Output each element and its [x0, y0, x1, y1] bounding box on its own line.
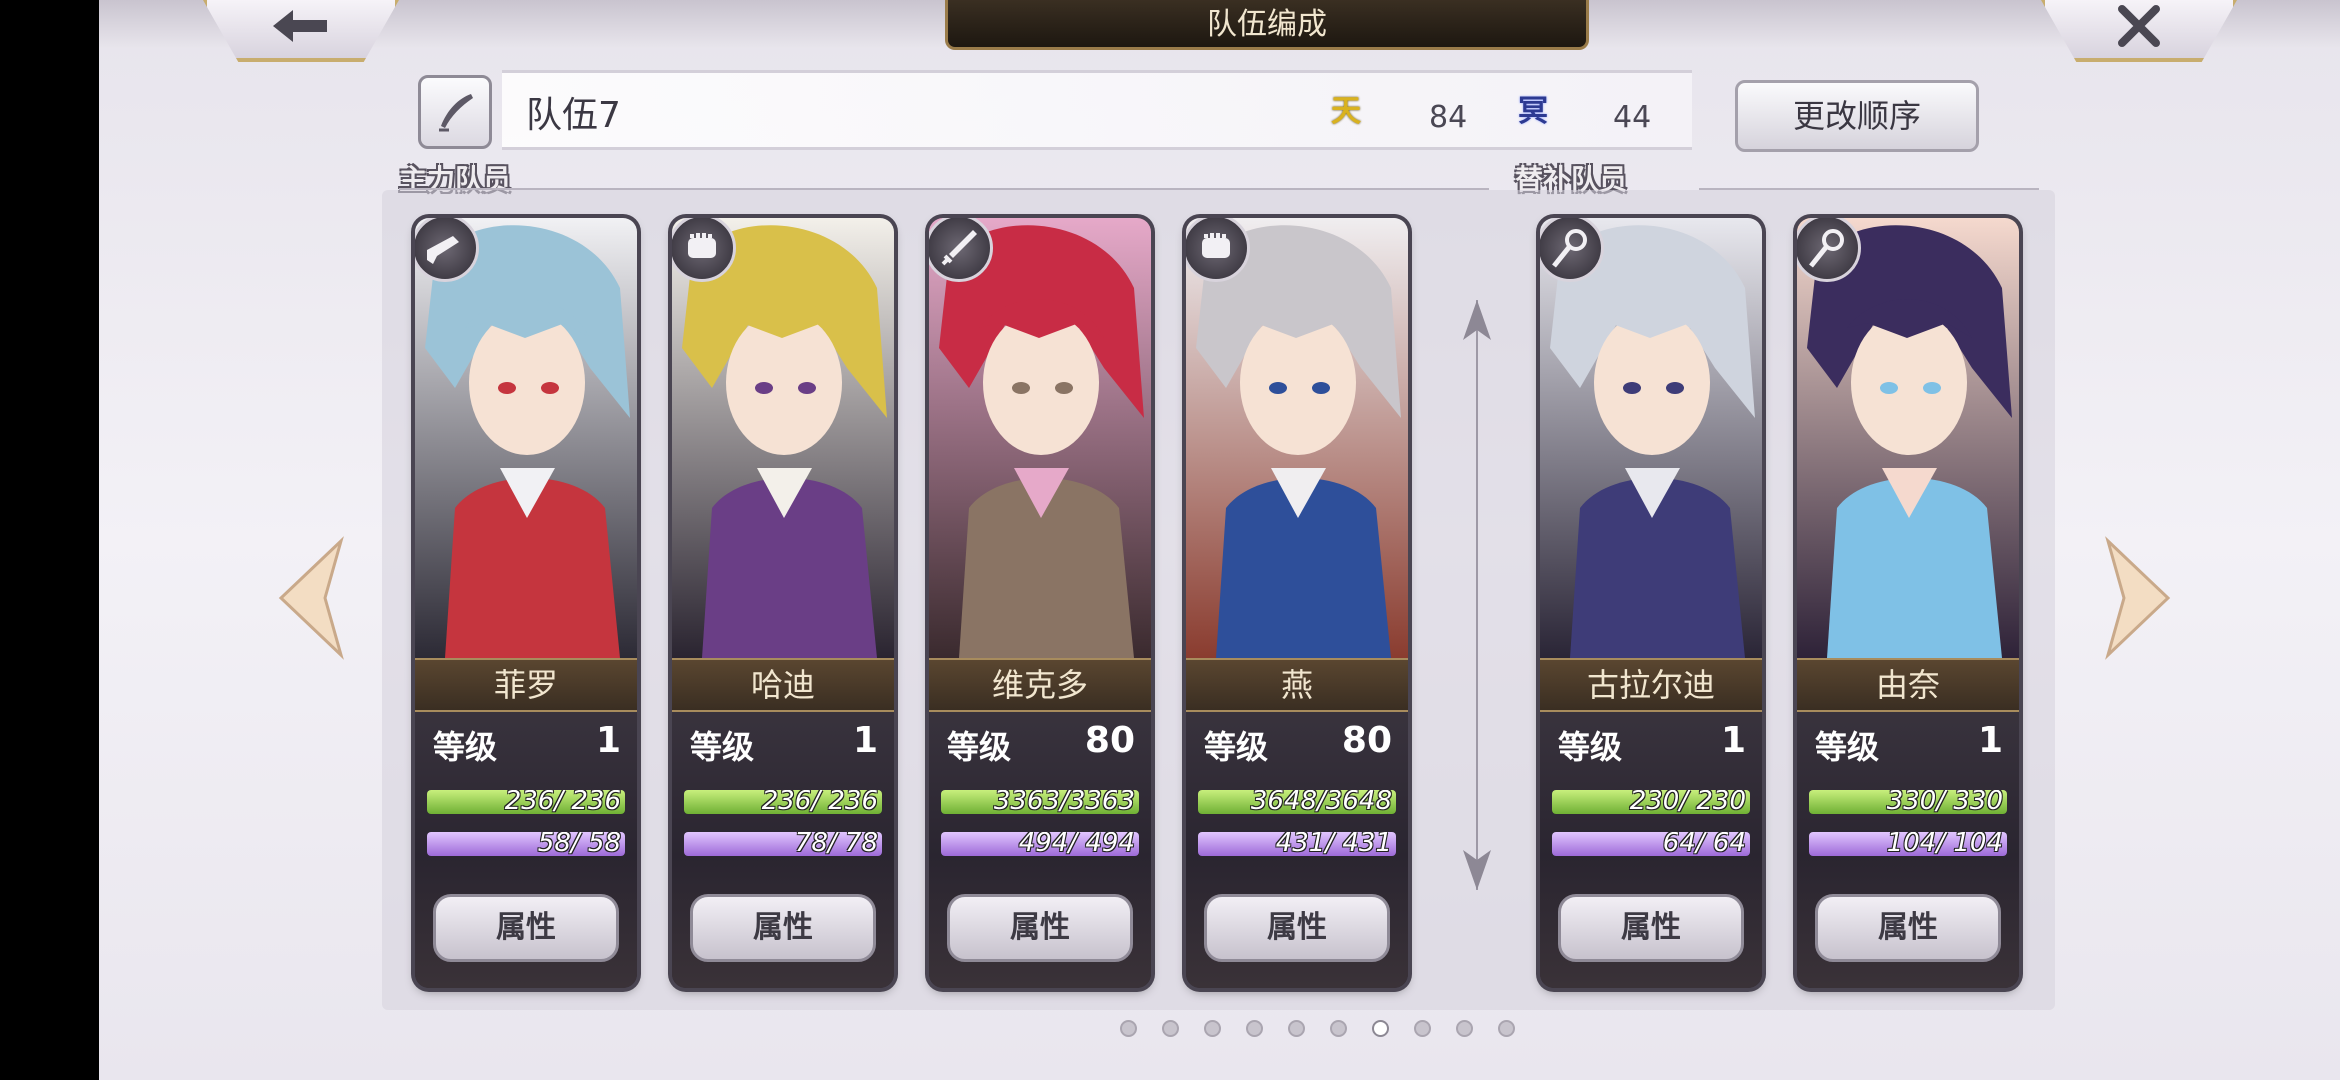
- page-dot[interactable]: [1330, 1020, 1347, 1037]
- hp-bar: 230/ 230: [1552, 790, 1750, 814]
- mp-value: 494/ 494: [1018, 832, 1135, 856]
- mp-bar: 431/ 431: [1198, 832, 1396, 856]
- attributes-button[interactable]: 属性: [1815, 894, 2001, 962]
- hp-value: 3363/3363: [993, 790, 1135, 814]
- level-value: 1: [1720, 720, 1746, 761]
- page-dot[interactable]: [1246, 1020, 1263, 1037]
- hp-bar: 330/ 330: [1809, 790, 2007, 814]
- page-dot[interactable]: [1456, 1020, 1473, 1037]
- character-card[interactable]: 哈迪 等级 1 236/ 236 78/ 78 属性: [672, 218, 894, 988]
- character-name: 古拉尔迪: [1540, 658, 1762, 712]
- next-page-arrow[interactable]: [2102, 535, 2174, 661]
- close-button[interactable]: [2041, 0, 2237, 62]
- hp-bar: 3648/3648: [1198, 790, 1396, 814]
- level-value: 1: [595, 720, 621, 761]
- hell-attribute-value: 44: [1613, 100, 1652, 135]
- level-label: 等级: [1204, 728, 1269, 766]
- level-value: 1: [852, 720, 878, 761]
- attributes-button[interactable]: 属性: [1558, 894, 1744, 962]
- mp-bar: 104/ 104: [1809, 832, 2007, 856]
- mp-bar: 494/ 494: [941, 832, 1139, 856]
- character-card[interactable]: 菲罗 等级 1 236/ 236 58/ 58 属性: [415, 218, 637, 988]
- level-value: 1: [1977, 720, 2003, 761]
- team-name: 队伍7: [526, 95, 621, 136]
- page-title: 队伍编成: [945, 0, 1589, 50]
- heaven-attribute-value: 84: [1429, 100, 1468, 135]
- hp-bar: 236/ 236: [427, 790, 625, 814]
- page-dot[interactable]: [1204, 1020, 1221, 1037]
- hp-value: 236/ 236: [761, 790, 878, 814]
- hp-value: 3648/3648: [1250, 790, 1392, 814]
- attributes-button[interactable]: 属性: [690, 894, 876, 962]
- page-dot[interactable]: [1162, 1020, 1179, 1037]
- character-portrait: [1186, 218, 1408, 658]
- level-label: 等级: [1558, 728, 1623, 766]
- quill-icon: [439, 94, 473, 132]
- character-portrait: [1540, 218, 1762, 658]
- edit-team-name-button[interactable]: [418, 75, 492, 149]
- mp-value: 78/ 78: [794, 832, 878, 856]
- change-order-button[interactable]: 更改顺序: [1735, 80, 1979, 152]
- hp-value: 230/ 230: [1629, 790, 1746, 814]
- character-portrait: [672, 218, 894, 658]
- mp-value: 431/ 431: [1275, 832, 1392, 856]
- page-dot[interactable]: [1288, 1020, 1305, 1037]
- attributes-button[interactable]: 属性: [947, 894, 1133, 962]
- level-label: 等级: [947, 728, 1012, 766]
- back-button[interactable]: [203, 0, 399, 62]
- character-card[interactable]: 古拉尔迪 等级 1 230/ 230 64/ 64 属性: [1540, 218, 1762, 988]
- page-dot[interactable]: [1414, 1020, 1431, 1037]
- character-card[interactable]: 由奈 等级 1 330/ 330 104/ 104 属性: [1797, 218, 2019, 988]
- arrow-left-icon: [273, 10, 327, 42]
- character-portrait: [1797, 218, 2019, 658]
- mp-bar: 58/ 58: [427, 832, 625, 856]
- team-formation-screen: 队伍编成 队伍7 天 84 冥 44 更改顺序 主力队员 替补队员 菲罗 等级 …: [99, 0, 2340, 1080]
- divider-ornament-top: [1463, 300, 1491, 340]
- hell-attribute-icon: 冥: [1518, 94, 1548, 129]
- character-name: 哈迪: [672, 658, 894, 712]
- hp-value: 236/ 236: [504, 790, 621, 814]
- character-card[interactable]: 燕 等级 80 3648/3648 431/ 431 属性: [1186, 218, 1408, 988]
- heaven-attribute-icon: 天: [1331, 94, 1361, 129]
- character-card[interactable]: 维克多 等级 80 3363/3363 494/ 494 属性: [929, 218, 1151, 988]
- mp-value: 58/ 58: [537, 832, 621, 856]
- divider-ornament-bottom: [1463, 850, 1491, 890]
- mp-bar: 78/ 78: [684, 832, 882, 856]
- mp-value: 64/ 64: [1662, 832, 1746, 856]
- page-dot[interactable]: [1120, 1020, 1137, 1037]
- character-name: 由奈: [1797, 658, 2019, 712]
- mp-value: 104/ 104: [1886, 832, 2003, 856]
- hp-value: 330/ 330: [1886, 790, 2003, 814]
- mp-bar: 64/ 64: [1552, 832, 1750, 856]
- level-value: 80: [1084, 720, 1135, 761]
- page-dot[interactable]: [1498, 1020, 1515, 1037]
- attributes-button[interactable]: 属性: [433, 894, 619, 962]
- level-value: 80: [1341, 720, 1392, 761]
- character-portrait: [929, 218, 1151, 658]
- hp-bar: 3363/3363: [941, 790, 1139, 814]
- previous-page-arrow[interactable]: [275, 535, 347, 661]
- level-label: 等级: [690, 728, 755, 766]
- hp-bar: 236/ 236: [684, 790, 882, 814]
- close-icon: [2118, 5, 2160, 47]
- character-name: 维克多: [929, 658, 1151, 712]
- character-portrait: [415, 218, 637, 658]
- page-dot-active[interactable]: [1372, 1020, 1389, 1037]
- attributes-button[interactable]: 属性: [1204, 894, 1390, 962]
- level-label: 等级: [1815, 728, 1880, 766]
- level-label: 等级: [433, 728, 498, 766]
- character-name: 燕: [1186, 658, 1408, 712]
- character-name: 菲罗: [415, 658, 637, 712]
